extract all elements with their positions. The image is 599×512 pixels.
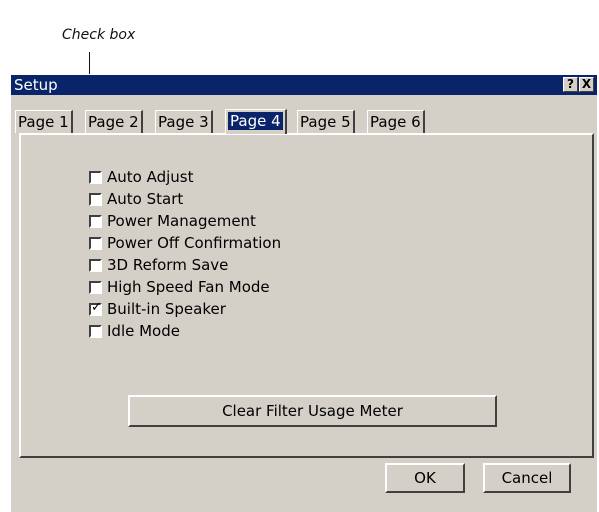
- checkbox-box[interactable]: [89, 324, 102, 338]
- tab-page-1[interactable]: Page 1: [15, 110, 73, 133]
- checkbox-box[interactable]: [89, 170, 102, 184]
- clear-filter-usage-meter-button[interactable]: Clear Filter Usage Meter: [128, 395, 497, 427]
- tab-label: Page 5: [300, 113, 351, 131]
- checkbox-label: Power Management: [107, 212, 256, 230]
- tab-page-3[interactable]: Page 3: [155, 110, 213, 133]
- close-button[interactable]: X: [579, 77, 594, 92]
- checkbox-label: Auto Start: [107, 190, 184, 208]
- tab-page-4[interactable]: Page 4: [225, 109, 287, 134]
- checkbox-box[interactable]: [89, 258, 102, 272]
- checkbox-box[interactable]: [89, 280, 102, 294]
- checkbox-label: High Speed Fan Mode: [107, 278, 270, 296]
- checkbox-auto-adjust[interactable]: Auto Adjust: [89, 166, 193, 188]
- tab-label: Page 2: [88, 113, 139, 131]
- checkbox-box[interactable]: [89, 192, 102, 206]
- checkbox-auto-start[interactable]: Auto Start: [89, 188, 183, 210]
- tab-label: Page 6: [370, 113, 421, 131]
- checkbox-built-in-speaker[interactable]: ✓ Built-in Speaker: [89, 298, 226, 320]
- help-button[interactable]: ?: [563, 77, 578, 92]
- checkbox-label: 3D Reform Save: [107, 256, 229, 274]
- ok-button[interactable]: OK: [385, 463, 465, 493]
- window-title: Setup: [14, 76, 58, 94]
- checkbox-label: Auto Adjust: [107, 168, 194, 186]
- tab-label: Page 1: [18, 113, 69, 131]
- checkbox-label: Power Off Confirmation: [107, 234, 282, 252]
- check-mark-icon: ✓: [91, 299, 102, 315]
- tab-page-2[interactable]: Page 2: [85, 110, 143, 133]
- tab-page-6[interactable]: Page 6: [367, 110, 425, 133]
- checkbox-power-management[interactable]: Power Management: [89, 210, 256, 232]
- checkbox-box[interactable]: ✓: [89, 299, 102, 316]
- title-bar[interactable]: Setup ? X: [11, 75, 597, 95]
- cancel-button[interactable]: Cancel: [483, 463, 571, 493]
- checkbox-idle-mode[interactable]: Idle Mode: [89, 320, 180, 342]
- setup-dialog: Setup ? X Page 1 Page 2 Page 3 Page 4 Pa…: [10, 74, 597, 512]
- checkbox-high-speed-fan-mode[interactable]: High Speed Fan Mode: [89, 276, 270, 298]
- checkbox-box[interactable]: [89, 214, 102, 228]
- tab-page-5[interactable]: Page 5: [297, 110, 355, 133]
- checkbox-power-off-confirmation[interactable]: Power Off Confirmation: [89, 232, 281, 254]
- checkbox-3d-reform-save[interactable]: 3D Reform Save: [89, 254, 228, 276]
- checkbox-box[interactable]: [89, 236, 102, 250]
- checkbox-label: Built-in Speaker: [107, 300, 226, 318]
- tab-label: Page 3: [158, 113, 209, 131]
- check-box-callout-label: Check box: [62, 27, 136, 43]
- tab-label: Page 4: [228, 112, 283, 130]
- checkbox-label: Idle Mode: [107, 322, 180, 340]
